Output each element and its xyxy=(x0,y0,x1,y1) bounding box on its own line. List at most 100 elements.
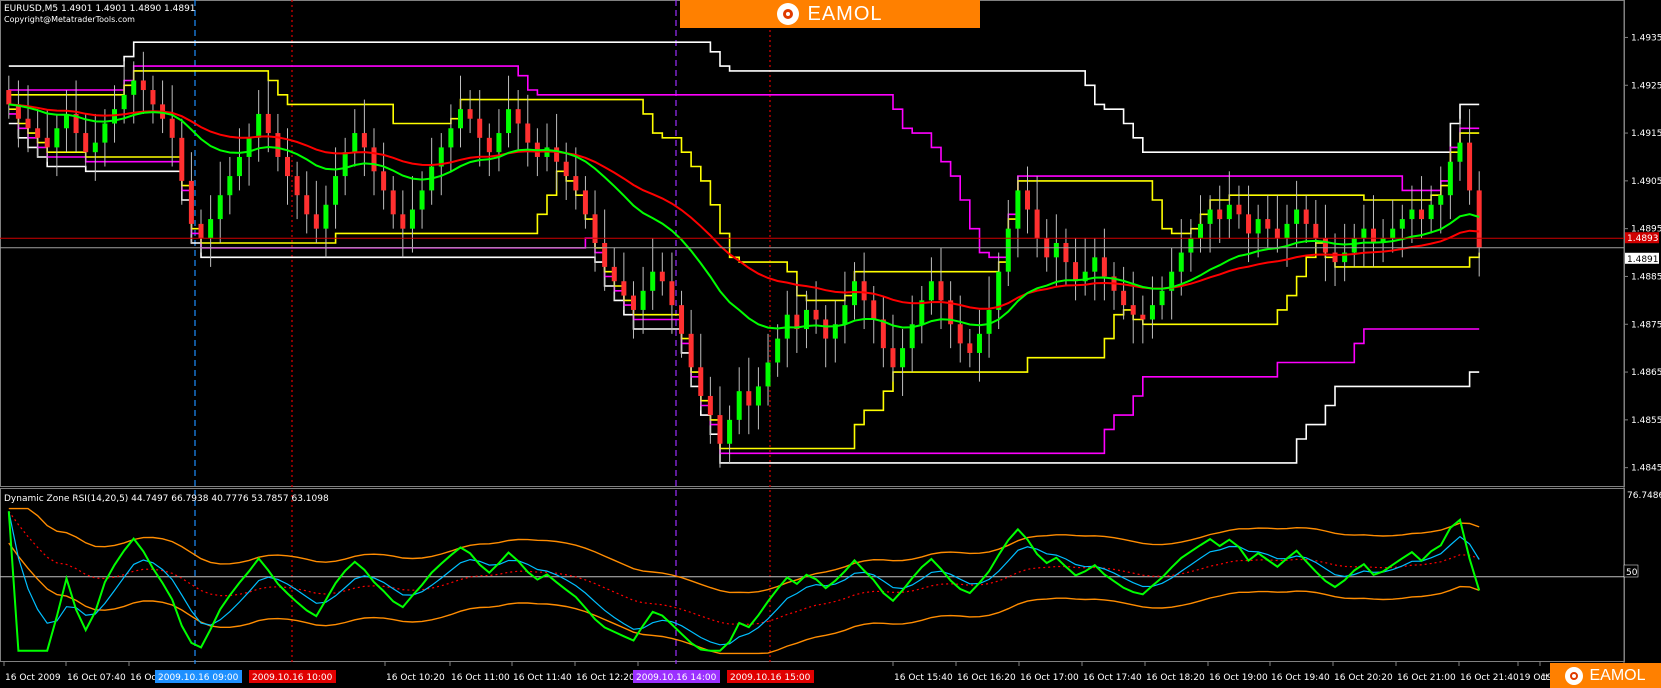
candle-body xyxy=(1419,209,1425,220)
candle-body xyxy=(554,147,560,162)
candle-body xyxy=(746,391,752,406)
candle-body xyxy=(1265,219,1271,229)
candle-body xyxy=(736,391,742,420)
candle-body xyxy=(1092,257,1098,272)
candle-body xyxy=(1121,290,1127,306)
candle-body xyxy=(419,190,425,210)
price-tick-label: 1.4895 xyxy=(1631,225,1661,235)
eamol-logo-icon xyxy=(1565,666,1584,685)
price-tick-label: 1.4865 xyxy=(1631,368,1661,378)
price-tick-label: 1.4915 xyxy=(1631,129,1661,139)
candle-body xyxy=(996,271,1002,310)
candle-body xyxy=(352,133,358,153)
candle-body xyxy=(265,113,271,134)
time-marker-label: 2009.10.16 15:00 xyxy=(730,673,811,683)
candle-body xyxy=(1457,142,1463,162)
candle-body xyxy=(1053,243,1059,258)
candle-body xyxy=(208,219,214,239)
time-marker-label: 2009.10.16 09:00 xyxy=(158,673,239,683)
time-tick-label: 16 Oct 20:20 xyxy=(1334,673,1393,683)
candle-body xyxy=(1217,209,1223,220)
candle-body xyxy=(477,118,483,138)
candle-body xyxy=(409,209,415,229)
price-tick-label: 1.4925 xyxy=(1631,81,1661,91)
candle-body xyxy=(1313,223,1319,239)
candle-body xyxy=(1246,214,1252,234)
candle-body xyxy=(188,180,194,224)
price-tick-label: 1.4875 xyxy=(1631,320,1661,330)
candle-body xyxy=(121,94,127,110)
time-tick-label: 16 Oct 17:00 xyxy=(1020,673,1079,683)
candle-body xyxy=(1034,209,1040,239)
candle-body xyxy=(390,190,396,215)
candle-body xyxy=(227,176,233,196)
candle-body xyxy=(217,195,223,220)
candle-body xyxy=(861,281,867,301)
candle-body xyxy=(285,156,291,177)
candle-body xyxy=(63,113,69,129)
candle-body xyxy=(1178,252,1184,272)
candle-body xyxy=(900,348,906,368)
candle-body xyxy=(1005,228,1011,272)
candle-body xyxy=(44,137,50,148)
candle-body xyxy=(727,419,733,444)
candle-body xyxy=(506,109,512,134)
candle-body xyxy=(650,271,656,291)
candle-body xyxy=(496,133,502,153)
candle-body xyxy=(150,90,156,105)
chart-header-symbol: EURUSD,M5 1.4901 1.4901 1.4890 1.4891 xyxy=(4,4,196,14)
candle-body xyxy=(563,161,569,177)
candle-body xyxy=(1351,238,1357,253)
rsi-header: Dynamic Zone RSI(14,20,5) 44.7497 66.793… xyxy=(4,494,329,504)
candle-body xyxy=(83,133,89,153)
candle-body xyxy=(1073,262,1079,282)
candle-body xyxy=(582,190,588,215)
trading-chart[interactable]: 1.4893 1.4891 1.4935 1.4925 1.4915 1.4905 1.4… xyxy=(0,0,1661,688)
candle-body xyxy=(1015,190,1021,229)
candle-body xyxy=(1303,209,1309,224)
rsi-max-label: 76.7486 xyxy=(1627,491,1661,501)
candle-body xyxy=(688,333,694,368)
candle-body xyxy=(765,362,771,387)
candle-body xyxy=(823,319,829,339)
candle-body xyxy=(1428,204,1434,220)
candle-body xyxy=(6,90,12,105)
eamol-top-logo: EAMOL xyxy=(680,0,980,28)
candle-body xyxy=(679,305,685,334)
candle-body xyxy=(1274,228,1280,239)
red-level-label: 1.4893 xyxy=(1627,234,1659,244)
candle-body xyxy=(717,415,723,444)
candle-body xyxy=(573,176,579,191)
candle-body xyxy=(131,80,137,95)
candle-body xyxy=(371,147,377,172)
time-tick-label: 16 Oct 21:00 xyxy=(1397,673,1456,683)
candle-body xyxy=(1284,223,1290,239)
candlestick-series xyxy=(6,51,1482,468)
candle-body xyxy=(92,142,98,153)
price-tick-label: 1.4845 xyxy=(1631,464,1661,474)
candle-body xyxy=(1409,209,1415,220)
candle-body xyxy=(140,80,146,91)
rsi-main-line xyxy=(7,511,1481,652)
time-tick-label: 16 Oct 17:40 xyxy=(1083,673,1142,683)
time-tick-label: 16 Oct 11:40 xyxy=(513,673,572,683)
candle-body xyxy=(1159,290,1165,306)
candle-body xyxy=(515,109,521,124)
candle-body xyxy=(957,324,963,344)
candle-body xyxy=(1361,228,1367,239)
candle-body xyxy=(755,386,761,406)
candle-body xyxy=(928,281,934,301)
candle-body xyxy=(381,171,387,191)
time-marker-label: 2009.10.16 14:00 xyxy=(636,673,717,683)
candle-body xyxy=(323,204,329,229)
candle-body xyxy=(880,319,886,349)
candle-body xyxy=(1370,228,1376,243)
time-tick-label: 16 Oct 2009 xyxy=(5,673,61,683)
candle-body xyxy=(1476,190,1482,248)
candle-body xyxy=(813,309,819,320)
candle-body xyxy=(1207,209,1213,224)
time-tick-label: 16 Oct 18:20 xyxy=(1146,673,1205,683)
candle-body xyxy=(102,123,108,143)
candle-body xyxy=(1149,305,1155,320)
candle-body xyxy=(400,214,406,229)
